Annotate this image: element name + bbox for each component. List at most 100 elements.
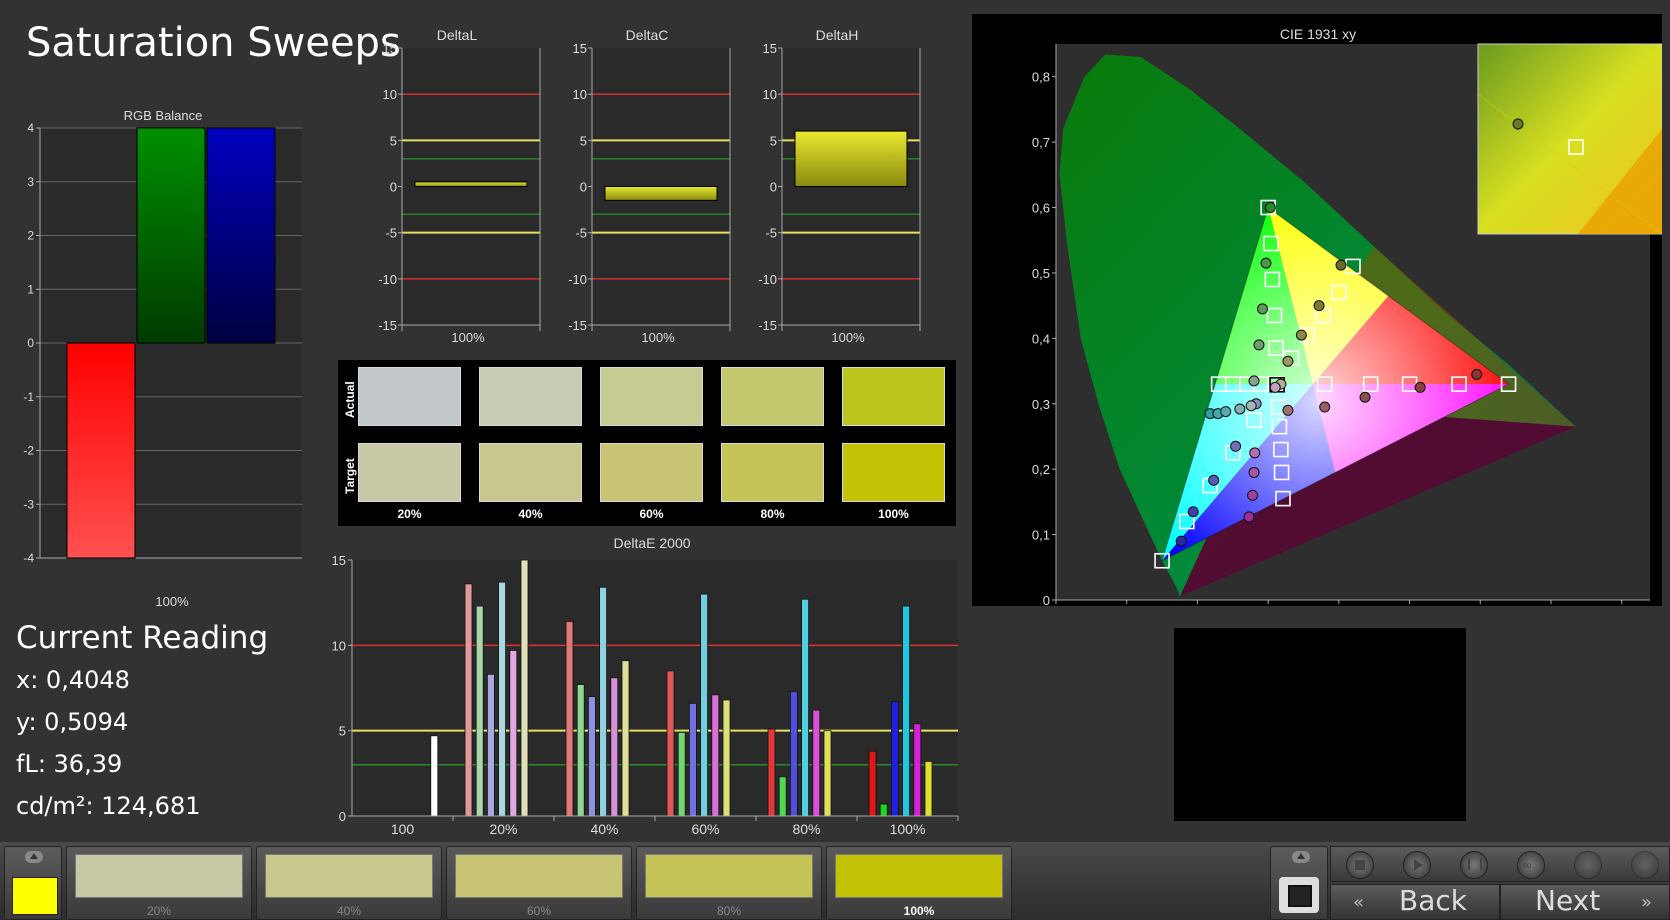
delta-tick-label: -15: [758, 318, 777, 333]
sweep-swatch-button[interactable]: 20%: [66, 846, 252, 920]
rgb-bar-red: [66, 342, 136, 559]
current-swatch-button[interactable]: [4, 846, 62, 920]
cie-measured-point: [1208, 474, 1220, 486]
cie-measured-point: [1230, 440, 1242, 452]
record-icon[interactable]: [1631, 851, 1659, 879]
cie-measured-point: [1243, 511, 1255, 523]
delta-x-label: 100%: [451, 330, 485, 345]
cie-measured-point: [1264, 202, 1276, 214]
deltae-title: DeltaE 2000: [613, 535, 690, 551]
deltae-bar: [767, 728, 776, 817]
cie-y-tick-label: 0: [1043, 593, 1050, 606]
deltae-bar: [610, 677, 619, 817]
cie-title: CIE 1931 xy: [1280, 26, 1356, 42]
deltae-plot: 15 10 5 0 100 20% 40% 60% 80% 100%: [332, 553, 959, 834]
rgb-tick-label: 3: [27, 175, 34, 189]
actual-patch: [600, 367, 703, 426]
step-icon[interactable]: [1460, 851, 1488, 879]
cie-measured-point: [1247, 489, 1259, 501]
cie-measured-point: [1248, 375, 1260, 387]
cie-measured-point: [1359, 391, 1371, 403]
cie-measured-point: [1220, 406, 1232, 418]
double-chevron-left-icon: «: [1353, 892, 1365, 913]
delta-tick-label: -5: [385, 226, 397, 241]
next-label: Next: [1535, 884, 1601, 917]
delta-chart-title: DeltaC: [626, 27, 669, 43]
deltae-bar: [621, 660, 630, 817]
reading-cdm2: cd/m²: 124,681: [16, 792, 201, 820]
actual-patch: [721, 367, 824, 426]
sweep-swatch-button[interactable]: 60%: [446, 846, 632, 920]
stop-button-frame[interactable]: [1270, 846, 1328, 920]
loop-icon[interactable]: ∞: [1517, 851, 1545, 879]
patch-label: 40%: [518, 507, 543, 521]
cie-y-tick-label: 0,8: [1032, 70, 1050, 85]
cie-measured-point: [1245, 400, 1257, 412]
delta-chart-title: DeltaL: [437, 27, 478, 43]
deltae-bar: [475, 605, 484, 817]
delta-tick-label: 5: [580, 133, 587, 148]
double-chevron-right-icon: »: [1641, 892, 1653, 913]
play-icon[interactable]: [1403, 851, 1431, 879]
delta-tick-label: -15: [378, 318, 397, 333]
sweep-swatch-label: 20%: [146, 904, 172, 918]
delta-tick-label: 0: [770, 180, 777, 195]
delta-x-label: 100%: [641, 330, 675, 345]
deltae-bar: [711, 694, 720, 817]
delta-tick-label: 15: [383, 41, 397, 56]
rgb-balance-title: RGB Balance: [124, 108, 203, 123]
cie-measured-point: [1313, 300, 1325, 312]
delta-tick-label: 15: [573, 41, 587, 56]
next-button[interactable]: Next »: [1500, 884, 1670, 920]
patch-label: 100%: [878, 507, 909, 521]
delta-tick-label: -5: [575, 226, 587, 241]
sweep-swatch-label: 60%: [526, 904, 552, 918]
cie-inset-measured: [1512, 118, 1524, 130]
deltae-bar: [430, 735, 439, 817]
cie-measured-point: [1319, 401, 1331, 413]
rgb-tick-label: -2: [23, 444, 34, 458]
deltae-bar: [891, 701, 899, 817]
deltae-tick-label: 10: [332, 638, 346, 653]
rgb-balance-plot: 4 3 2 1 0 -1 -2 -3 -4: [23, 121, 302, 565]
rgb-tick-label: 0: [27, 336, 34, 350]
deltae-tick-label: 5: [339, 724, 346, 739]
back-label: Back: [1399, 884, 1467, 917]
deltae-bar: [924, 760, 933, 817]
deltae-bar: [464, 583, 473, 817]
sweep-swatch-button[interactable]: 80%: [636, 846, 822, 920]
sweep-swatch-label: 100%: [903, 904, 935, 918]
deltae-plot-bg: [352, 560, 958, 816]
delta-chart-title: DeltaH: [816, 27, 859, 43]
current-swatch: [12, 877, 58, 915]
delta-tick-label: 10: [573, 87, 587, 102]
deltae-tick-label: 0: [339, 809, 346, 824]
delta-tick-label: 5: [390, 133, 397, 148]
deltae-tick-label: 15: [332, 553, 346, 568]
deltae-bar: [789, 691, 798, 817]
cie-measured-point: [1249, 447, 1261, 459]
deltae-bar: [688, 702, 697, 817]
deltae-bar: [778, 776, 787, 817]
cie-measured-point: [1256, 303, 1268, 315]
cie-measured-point: [1187, 506, 1199, 518]
preview-window: [1174, 628, 1466, 821]
rgb-tick-label: 1: [27, 282, 34, 296]
cie-measured-point: [1253, 339, 1265, 351]
deltae-bar: [565, 621, 574, 817]
sweep-swatch-button[interactable]: 40%: [256, 846, 442, 920]
cie-measured-point: [1175, 535, 1187, 547]
page-title: Saturation Sweeps: [26, 20, 401, 66]
back-button[interactable]: « Back: [1330, 884, 1500, 920]
sweep-swatch-button[interactable]: 100%: [826, 846, 1012, 920]
cie-y-tick-label: 0,5: [1032, 266, 1050, 281]
deltae-bar: [823, 730, 832, 817]
cie-y-tick-label: 0,4: [1032, 331, 1050, 346]
deltae-x-label: 20%: [489, 821, 517, 834]
stop-icon[interactable]: [1346, 851, 1374, 879]
sweep-swatch-color: [75, 854, 243, 898]
refresh-icon[interactable]: [1574, 851, 1602, 879]
stop-square-icon: [1279, 877, 1319, 913]
reading-y: y: 0,5094: [16, 708, 129, 736]
cie-measured-point: [1335, 259, 1347, 271]
